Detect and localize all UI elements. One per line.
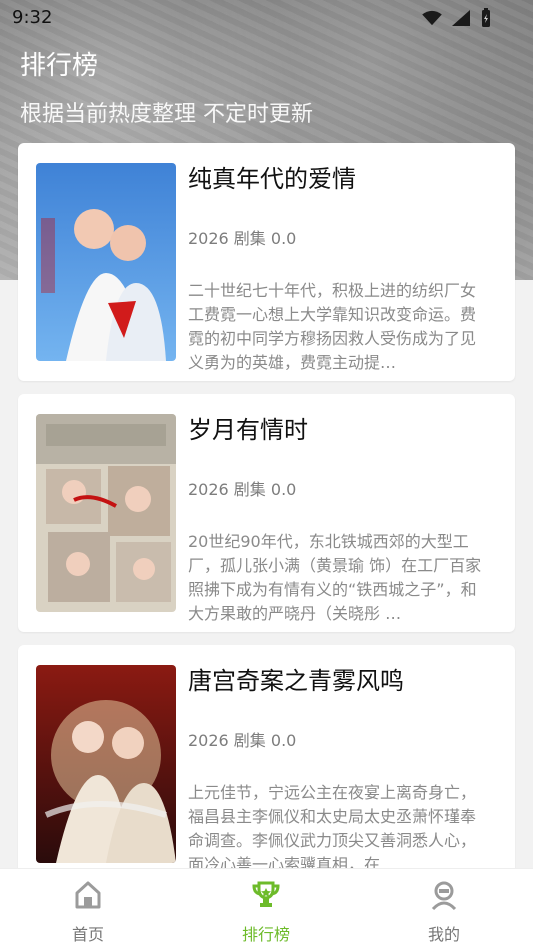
tab-profile[interactable]: 我的	[384, 879, 504, 944]
poster-art	[36, 414, 176, 612]
meta-text: 2026 剧集 0.0	[188, 229, 297, 248]
title-text: 纯真年代的爱情	[188, 165, 356, 193]
tab-ranking-label: 排行榜	[241, 925, 290, 944]
poster-image[interactable]	[36, 414, 176, 612]
tab-profile-label: 我的	[427, 925, 460, 944]
poster-image[interactable]	[36, 665, 176, 863]
bottom-tab-bar: 首页 排行榜 我的	[0, 868, 533, 948]
status-icons	[421, 8, 493, 28]
tab-ranking[interactable]: 排行榜	[206, 879, 326, 944]
description-text: 上元佳节，宁远公主在夜宴上离奇身亡，福昌县主李佩仪和太史局太史丞萧怀瑾奉命调查。…	[188, 783, 477, 874]
ranking-card[interactable]: 唐宫奇案之青雾风鸣 2026 剧集 0.0 上元佳节，宁远公主在夜宴上离奇身亡，…	[18, 645, 515, 883]
tab-home-label: 首页	[71, 925, 104, 944]
wifi-icon	[422, 10, 442, 26]
home-icon	[75, 881, 101, 909]
title-text: 唐宫奇案之青雾风鸣	[188, 667, 404, 695]
ranking-card[interactable]: 岁月有情时 2026 剧集 0.0 20世纪90年代，东北铁城西郊的大型工厂，孤…	[18, 394, 515, 632]
description-text: 20世纪90年代，东北铁城西郊的大型工厂，孤儿张小满（黄景瑜 饰）在工厂百家照拂…	[188, 532, 482, 623]
trophy-icon	[252, 881, 280, 907]
battery-icon	[482, 8, 490, 27]
status-time: 9:32	[12, 7, 53, 28]
profile-icon	[431, 881, 457, 911]
poster-image[interactable]	[36, 163, 176, 361]
description-text: 二十世纪七十年代，积极上进的纺织厂女工费霓一心想上大学靠知识改变命运。费霓的初中…	[188, 281, 477, 372]
meta-text: 2026 剧集 0.0	[188, 731, 297, 750]
page-title: 排行榜	[20, 51, 99, 81]
page-subtitle: 根据当前热度整理 不定时更新	[20, 102, 313, 127]
meta-text: 2026 剧集 0.0	[188, 480, 297, 499]
poster-art	[36, 665, 176, 863]
poster-art	[36, 163, 176, 361]
ranking-card[interactable]: 纯真年代的爱情 2026 剧集 0.0 二十世纪七十年代，积极上进的纺织厂女工费…	[18, 143, 515, 381]
title-text: 岁月有情时	[188, 416, 308, 444]
tab-home[interactable]: 首页	[28, 879, 148, 944]
signal-icon	[452, 10, 470, 26]
status-bar: 9:32	[0, 0, 533, 38]
